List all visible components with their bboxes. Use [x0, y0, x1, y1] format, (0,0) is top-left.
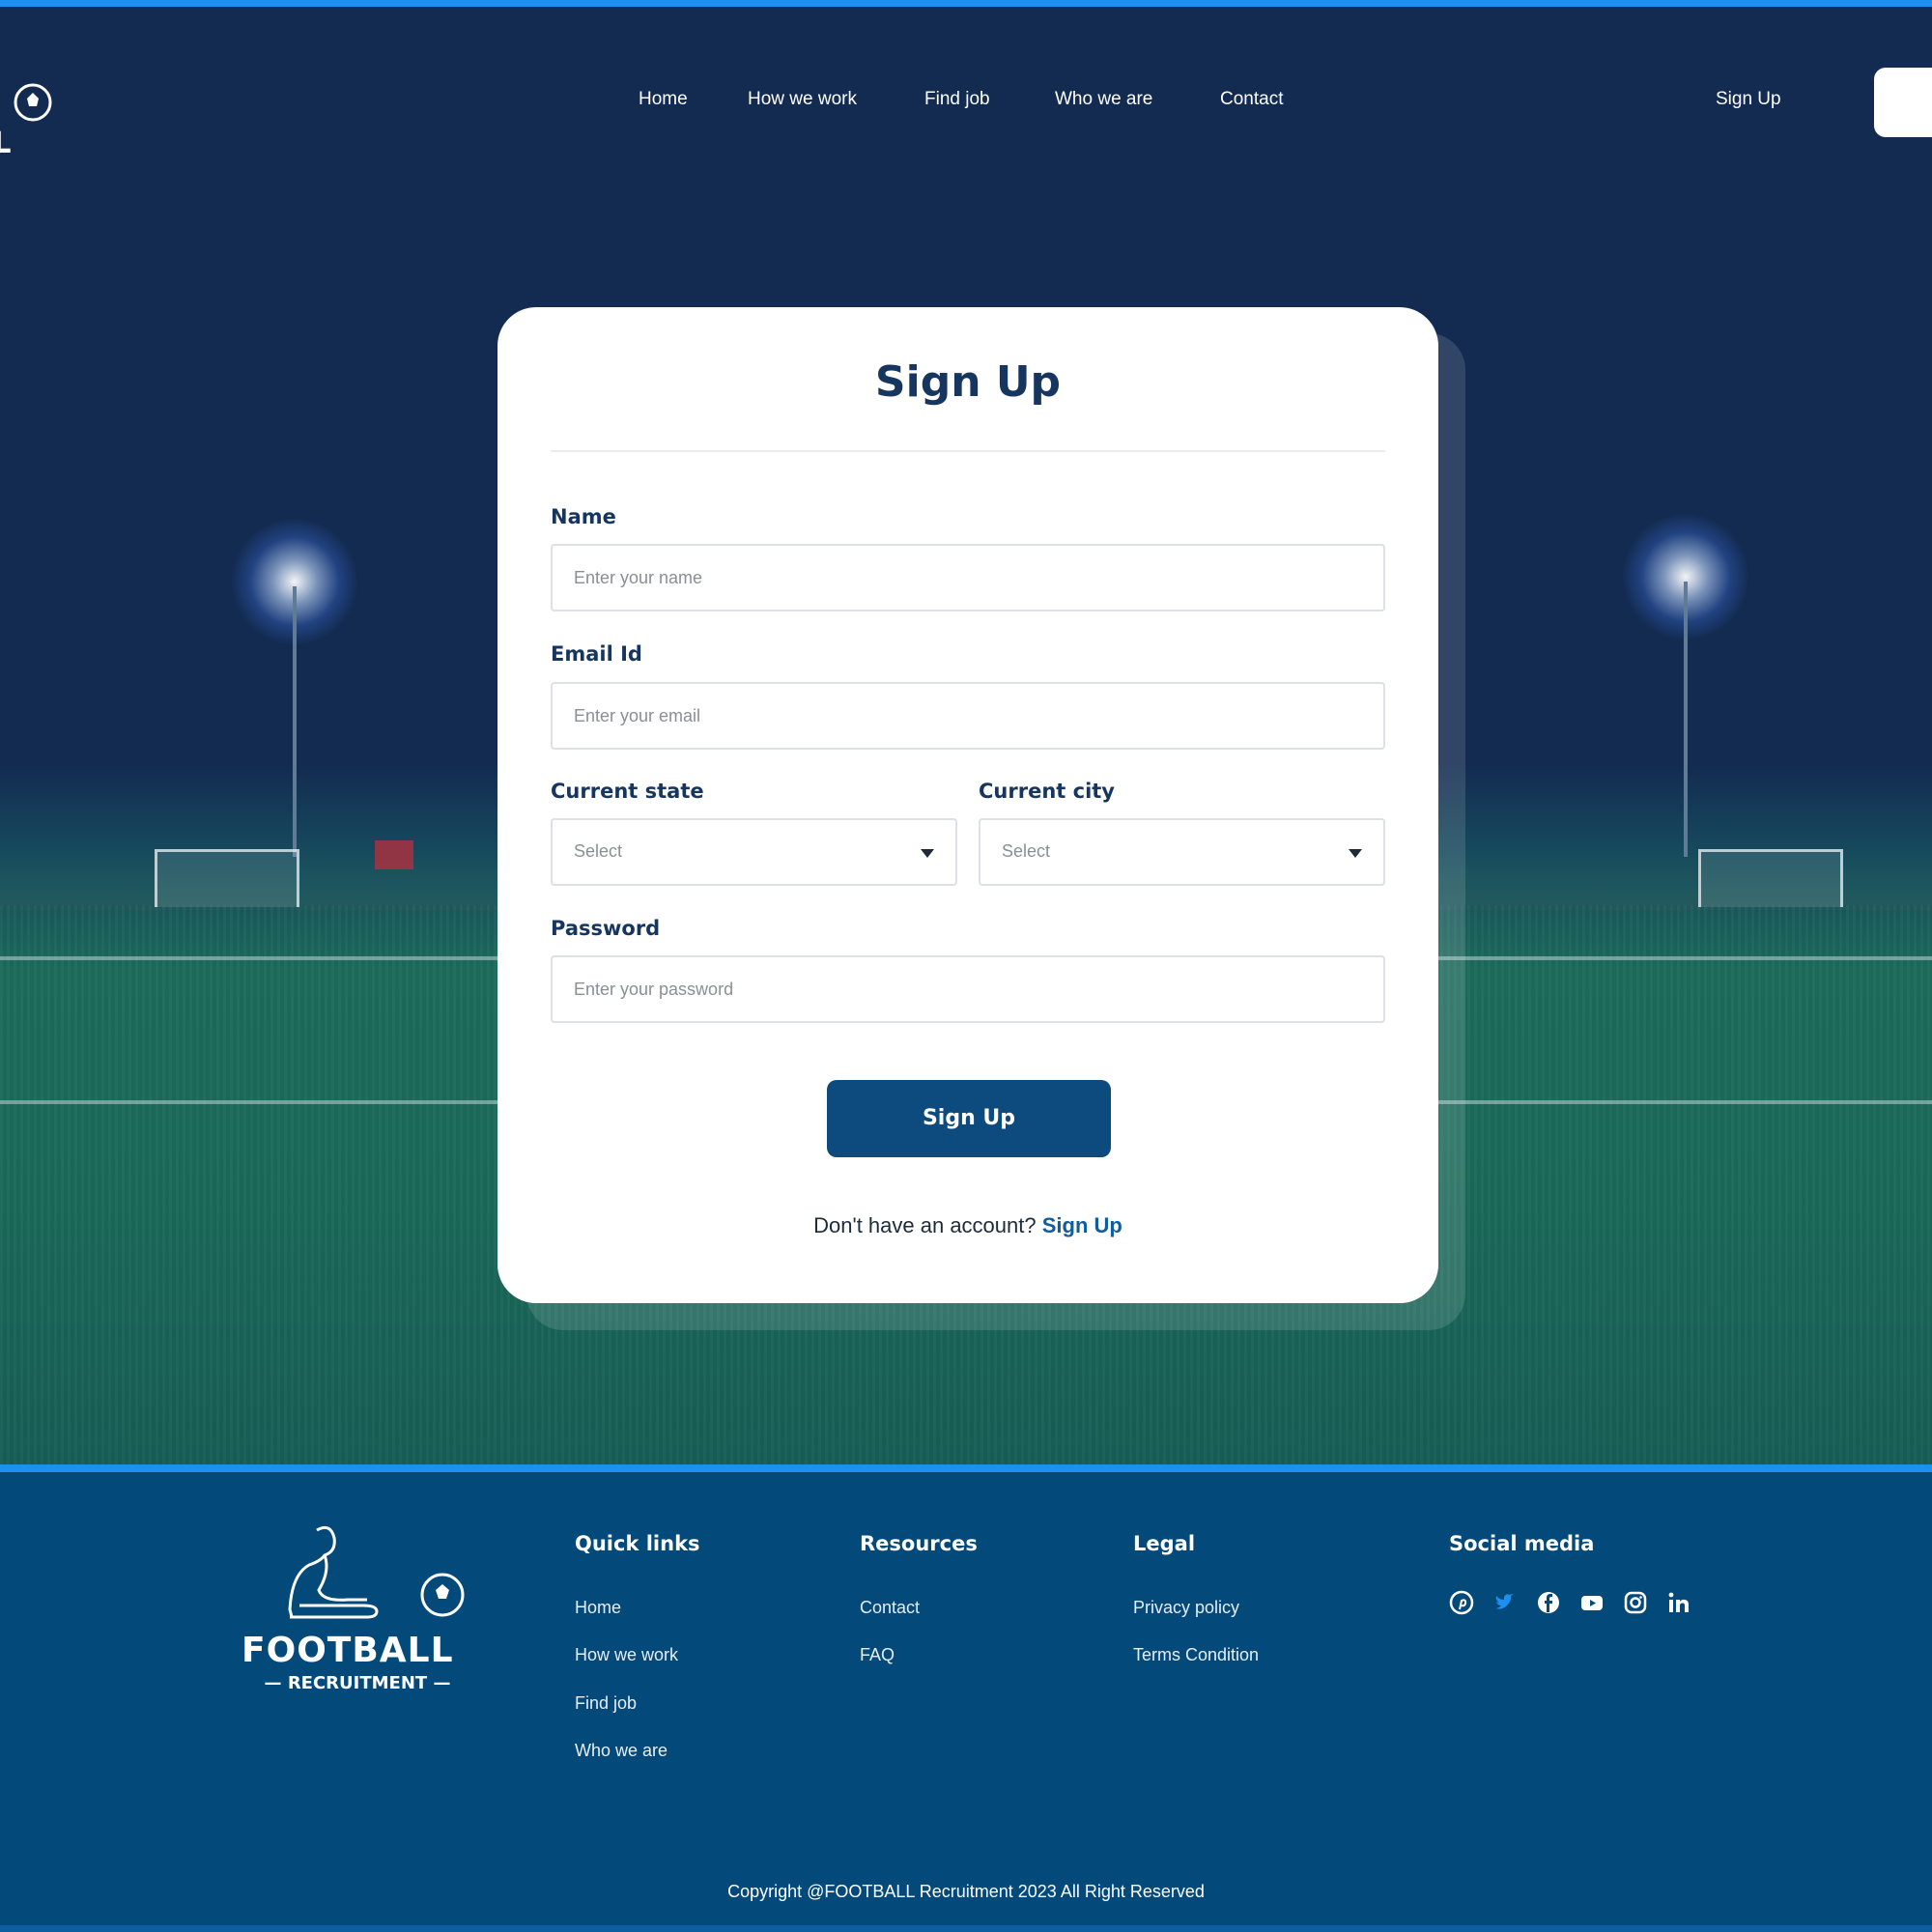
city-label: Current city	[979, 780, 1115, 803]
footer-social-title: Social media	[1449, 1532, 1595, 1555]
copyright-text: Copyright @FOOTBALL Recruitment 2023 All…	[727, 1882, 1205, 1901]
footer-link-faq[interactable]: FAQ	[860, 1645, 895, 1665]
footer-logo-subtitle-text: RECRUITMENT	[287, 1673, 428, 1693]
footer-legal-title: Legal	[1133, 1532, 1196, 1555]
main-nav: Home How we work Find job Who we are Con…	[0, 89, 1932, 118]
footer: FOOTBALL — RECRUITMENT — Quick links Hom…	[0, 1472, 1932, 1932]
nav-login-button[interactable]	[1874, 68, 1932, 137]
alt-signup-text: Don't have an account?	[813, 1213, 1037, 1237]
pinterest-icon[interactable]	[1449, 1590, 1474, 1615]
player-silhouette-icon	[288, 1525, 465, 1619]
footer-link-terms[interactable]: Terms Condition	[1133, 1645, 1259, 1665]
state-label: Current state	[551, 780, 704, 803]
goal-left	[155, 849, 299, 907]
footer-link-how-we-work[interactable]: How we work	[575, 1645, 678, 1665]
chevron-down-icon	[1349, 849, 1362, 858]
footer-link-contact[interactable]: Contact	[860, 1598, 920, 1618]
password-input[interactable]	[551, 955, 1385, 1023]
facebook-icon[interactable]	[1536, 1590, 1561, 1615]
nav-link-home[interactable]: Home	[639, 89, 688, 110]
chevron-down-icon	[921, 849, 934, 858]
footer-logo-subtitle: — RECRUITMENT —	[264, 1673, 451, 1693]
footer-quick-links-title: Quick links	[575, 1532, 700, 1555]
linkedin-icon[interactable]	[1666, 1590, 1691, 1615]
instagram-icon[interactable]	[1623, 1590, 1648, 1615]
footer-link-who-we-are[interactable]: Who we are	[575, 1741, 668, 1761]
footer-link-home[interactable]: Home	[575, 1598, 621, 1618]
alt-signup-row: Don't have an account? Sign Up	[497, 1213, 1438, 1238]
state-select[interactable]: Select	[551, 818, 957, 886]
name-label: Name	[551, 505, 616, 528]
footer-brand-logo[interactable]: FOOTBALL — RECRUITMENT —	[242, 1522, 473, 1706]
footer-accent-bar	[0, 1464, 1932, 1472]
bottom-accent-bar	[0, 1925, 1932, 1932]
top-accent-bar	[0, 0, 1932, 7]
state-select-value: Select	[574, 841, 623, 861]
light-pole-right	[1684, 582, 1688, 857]
nav-link-how-we-work[interactable]: How we work	[748, 89, 857, 110]
nav-link-find-job[interactable]: Find job	[924, 89, 990, 110]
nav-signup-link[interactable]: Sign Up	[1716, 89, 1781, 110]
nav-link-who-we-are[interactable]: Who we are	[1055, 89, 1152, 110]
goal-right	[1698, 849, 1843, 907]
email-label: Email Id	[551, 642, 642, 666]
name-input[interactable]	[551, 544, 1385, 611]
form-title: Sign Up	[874, 357, 1062, 407]
footer-link-find-job[interactable]: Find job	[575, 1693, 637, 1714]
nav-link-contact[interactable]: Contact	[1220, 89, 1283, 110]
title-divider	[551, 450, 1385, 452]
scoreboard-sign	[375, 840, 413, 869]
youtube-icon[interactable]	[1579, 1590, 1605, 1615]
light-pole-left	[293, 586, 297, 857]
signup-submit-button[interactable]: Sign Up	[827, 1080, 1111, 1157]
footer-logo-title: FOOTBALL	[242, 1631, 454, 1670]
footer-link-privacy[interactable]: Privacy policy	[1133, 1598, 1239, 1618]
logo-text-fragment: ALL	[0, 127, 11, 160]
twitter-icon[interactable]	[1492, 1590, 1518, 1615]
footer-resources-title: Resources	[860, 1532, 978, 1555]
city-select[interactable]: Select	[979, 818, 1385, 886]
email-input[interactable]	[551, 682, 1385, 750]
city-select-value: Select	[1002, 841, 1051, 861]
password-label: Password	[551, 917, 661, 940]
signup-card: Sign Up Name Email Id Current state Sele…	[497, 307, 1438, 1303]
alt-signup-link[interactable]: Sign Up	[1042, 1213, 1122, 1237]
